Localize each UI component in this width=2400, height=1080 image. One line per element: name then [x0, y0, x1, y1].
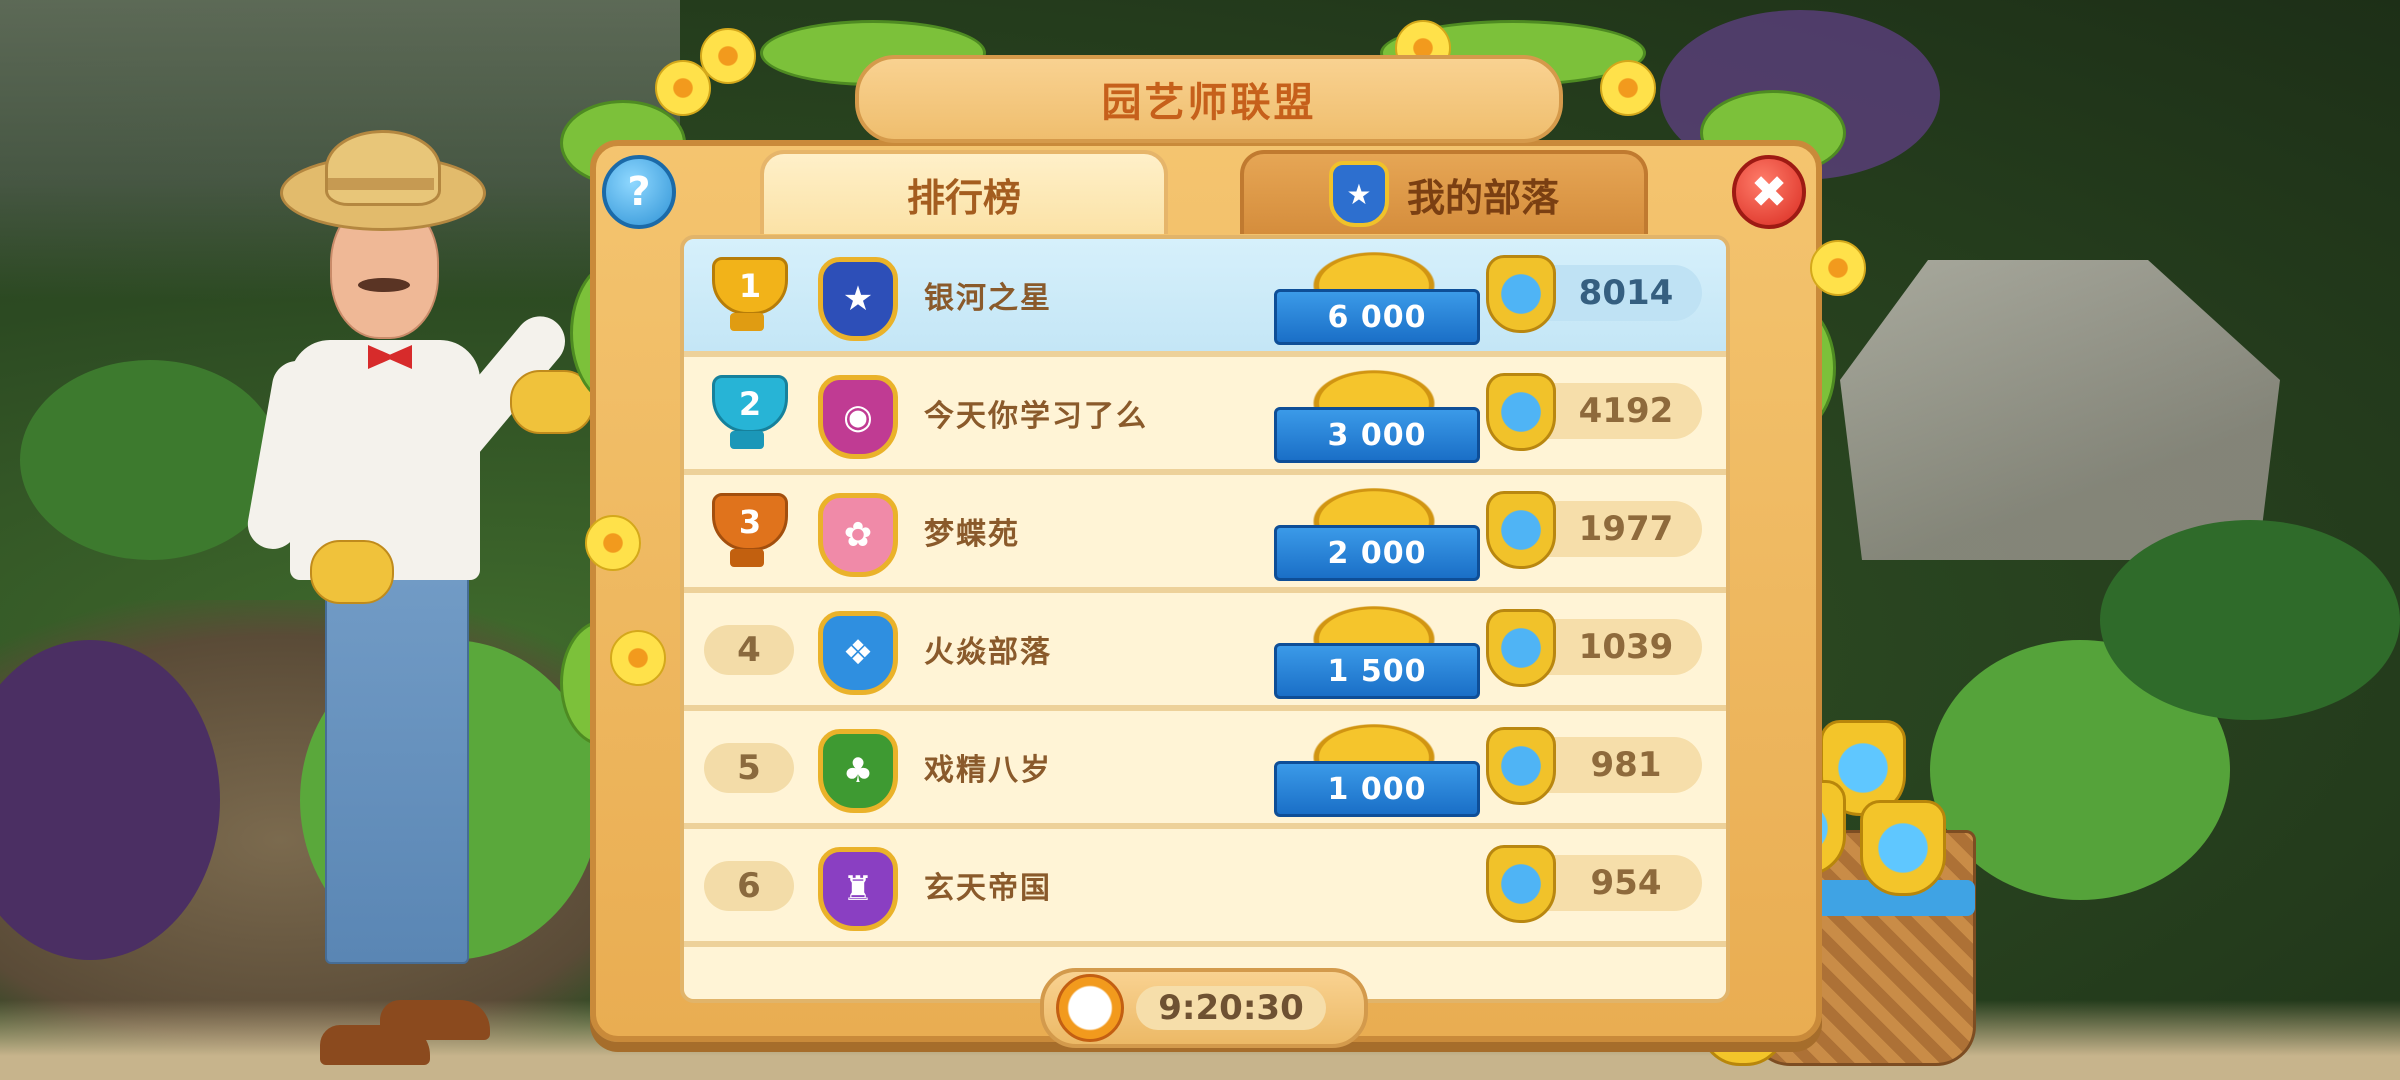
coin-pile-icon — [1304, 365, 1444, 413]
shield-icon — [1486, 727, 1556, 805]
tab-leaderboard[interactable]: 排行榜 — [760, 150, 1168, 234]
gardener-character — [240, 130, 620, 1080]
leaderboard-row[interactable]: 5 ♣ 戏精八岁 1 000 981 — [684, 711, 1726, 829]
flower-icon — [700, 28, 756, 84]
star-badge-icon: ★ — [818, 257, 898, 341]
silver-trophy-icon: 2 — [704, 375, 790, 453]
bronze-trophy-icon: 3 — [704, 493, 790, 571]
title-plate: 园艺师联盟 — [855, 55, 1563, 143]
coin-reward: 3 000 — [1274, 365, 1480, 465]
gazebo-tent-decoration — [1840, 260, 2280, 560]
flower-badge-icon: ✿ — [818, 493, 898, 577]
score-value: 4192 — [1578, 391, 1674, 431]
shield-icon — [1860, 800, 1946, 896]
rank-number: 5 — [704, 743, 794, 793]
rank-number: 2 — [712, 375, 788, 433]
leaderboard-row[interactable]: 1 ★ 银河之星 6 000 8014 — [684, 239, 1726, 357]
flower-icon — [1600, 60, 1656, 116]
coin-reward: 2 000 — [1274, 483, 1480, 583]
clan-name: 火焱部落 — [924, 635, 1052, 670]
season-timer: 9:20:30 — [1040, 968, 1368, 1048]
score-pill: 1977 — [1486, 491, 1702, 569]
shield-icon — [1486, 255, 1556, 333]
score-value: 954 — [1590, 863, 1662, 903]
question-icon: ? — [627, 169, 651, 215]
page-title: 园艺师联盟 — [1101, 80, 1317, 126]
rank-number: 6 — [704, 861, 794, 911]
score-value: 8014 — [1578, 273, 1674, 313]
leaderboard-row[interactable]: 6 ♜ 玄天帝国 954 — [684, 829, 1726, 947]
score-pill: 954 — [1486, 845, 1702, 923]
score-pill: 981 — [1486, 727, 1702, 805]
close-icon: ✖ — [1750, 166, 1788, 218]
score-pill: 1039 — [1486, 609, 1702, 687]
score-pill: 8014 — [1486, 255, 1702, 333]
score-value: 981 — [1590, 745, 1662, 785]
reward-amount: 3 000 — [1274, 407, 1480, 463]
leaderboard-row[interactable]: 3 ✿ 梦蝶苑 2 000 1977 — [684, 475, 1726, 593]
leaderboard-row[interactable]: 2 ◉ 今天你学习了么 3 000 4192 — [684, 357, 1726, 475]
cactus-badge-icon: ♣ — [818, 729, 898, 813]
reward-amount: 1 500 — [1274, 643, 1480, 699]
flower-icon — [610, 630, 666, 686]
shield-icon — [1486, 609, 1556, 687]
coin-reward: 1 000 — [1274, 719, 1480, 819]
bush-decoration — [2100, 520, 2400, 720]
shield-icon — [1486, 373, 1556, 451]
clan-name: 今天你学习了么 — [924, 399, 1148, 434]
coin-reward: 1 500 — [1274, 601, 1480, 701]
tab-label: 排行榜 — [906, 175, 1021, 220]
timer-value: 9:20:30 — [1136, 986, 1326, 1030]
rank-number: 4 — [704, 625, 794, 675]
tab-my-tribe[interactable]: ★ 我的部落 — [1240, 150, 1648, 234]
coin-pile-icon — [1304, 719, 1444, 767]
coin-reward: 6 000 — [1274, 247, 1480, 347]
gold-trophy-icon: 1 — [704, 257, 790, 335]
clan-name: 戏精八岁 — [924, 753, 1052, 788]
reward-amount: 2 000 — [1274, 525, 1480, 581]
reward-amount: 1 000 — [1274, 761, 1480, 817]
rank-number: 1 — [712, 257, 788, 315]
flower-icon — [585, 515, 641, 571]
top-hat-badge-icon: ♜ — [818, 847, 898, 931]
coin-pile-icon — [1304, 483, 1444, 531]
fish-badge-icon: ❖ — [818, 611, 898, 695]
alarm-clock-icon — [1056, 974, 1124, 1042]
coin-pile-icon — [1304, 601, 1444, 649]
score-value: 1977 — [1578, 509, 1674, 549]
tab-label: 我的部落 — [1406, 175, 1559, 220]
clan-name: 玄天帝国 — [924, 871, 1052, 906]
flower-icon — [1810, 240, 1866, 296]
shield-icon — [1486, 845, 1556, 923]
score-value: 1039 — [1578, 627, 1674, 667]
rank-number: 3 — [712, 493, 788, 551]
leaderboard-row[interactable]: 4 ❖ 火焱部落 1 500 1039 — [684, 593, 1726, 711]
shield-icon — [1486, 491, 1556, 569]
close-button[interactable]: ✖ — [1732, 155, 1806, 229]
reward-amount: 6 000 — [1274, 289, 1480, 345]
leaderboard-list[interactable]: 1 ★ 银河之星 6 000 8014 2 ◉ 今天你学习了么 3 000 41… — [680, 235, 1730, 1003]
help-button[interactable]: ? — [602, 155, 676, 229]
coin-pile-icon — [1304, 247, 1444, 295]
star-shield-icon: ★ — [1328, 161, 1389, 227]
clan-name: 梦蝶苑 — [924, 517, 1020, 552]
mask-badge-icon: ◉ — [818, 375, 898, 459]
clan-name: 银河之星 — [924, 281, 1052, 316]
score-pill: 4192 — [1486, 373, 1702, 451]
